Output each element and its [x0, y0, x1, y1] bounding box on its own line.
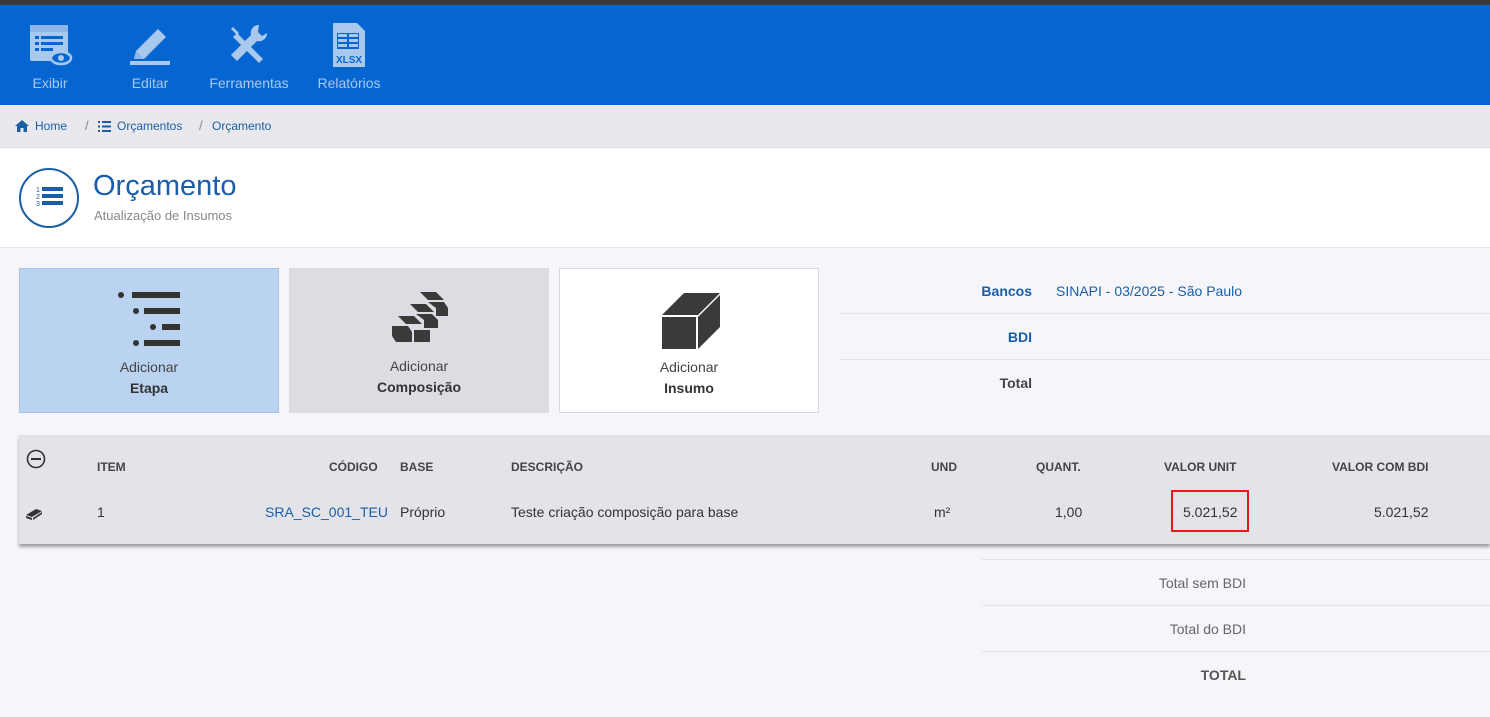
add-composicao-line1: Adicionar	[389, 358, 449, 374]
add-insumo-line1: Adicionar	[659, 359, 719, 375]
breadcrumb-separator: /	[199, 118, 203, 133]
bdi-label[interactable]: BDI	[1008, 329, 1032, 345]
total-sem-bdi-label: Total sem BDI	[1158, 575, 1246, 591]
cell-descricao: Teste criação composição para base	[511, 504, 739, 520]
numbered-steps-icon	[118, 292, 180, 346]
breadcrumb-home[interactable]: Home	[15, 119, 67, 133]
breadcrumb-separator: /	[85, 118, 89, 133]
total-do-bdi-row: Total do BDI	[982, 605, 1490, 651]
toolbar-editar-button[interactable]: Editar	[100, 21, 200, 91]
cell-item: 1	[97, 504, 105, 520]
col-valor-bdi-header: VALOR COM BDI	[1332, 460, 1429, 474]
col-codigo-header: CÓDIGO	[329, 460, 378, 474]
home-icon	[15, 120, 29, 132]
banks-value[interactable]: SINAPI - 03/2025 - São Paulo	[1056, 283, 1242, 299]
cell-base: Próprio	[400, 504, 446, 520]
page-header: 1 2 3 Orçamento Atualização de Insumos	[0, 148, 1490, 248]
total-row: Total	[840, 360, 1490, 406]
bricks-icon	[392, 292, 448, 342]
toolbar-ferramentas-label: Ferramentas	[209, 75, 289, 91]
toolbar-ferramentas-button[interactable]: Ferramentas	[199, 21, 299, 91]
grand-total-label: TOTAL	[1200, 667, 1246, 683]
col-descricao-header: DESCRIÇÃO	[511, 460, 584, 474]
svg-text:2: 2	[36, 194, 40, 201]
col-und-header: UND	[931, 460, 957, 474]
add-etapa-button[interactable]: Adicionar Etapa	[19, 268, 279, 413]
total-sem-bdi-row: Total sem BDI	[982, 559, 1490, 605]
numbered-list-icon: 1 2 3	[19, 168, 79, 228]
list-icon	[98, 120, 111, 132]
svg-text:1: 1	[36, 187, 40, 194]
breadcrumb-orcamento[interactable]: Orçamento	[212, 119, 271, 133]
pencil-icon	[130, 29, 170, 65]
page-title: Orçamento	[93, 170, 237, 202]
total-label: Total	[999, 375, 1032, 391]
add-etapa-line2: Etapa	[129, 380, 169, 396]
toolbar-exibir-button[interactable]: Exibir	[0, 21, 100, 91]
cell-quant: 1,00	[1055, 504, 1083, 520]
view-list-eye-icon	[30, 25, 73, 66]
cell-und: m²	[934, 504, 951, 520]
grand-total-row: TOTAL	[982, 651, 1490, 697]
budget-table: ITEM CÓDIGO BASE DESCRIÇÃO UND QUANT. VA…	[19, 435, 1490, 544]
breadcrumb-orcamentos[interactable]: Orçamentos	[98, 119, 182, 133]
banks-label[interactable]: Bancos	[981, 283, 1032, 299]
brick-row-icon	[26, 509, 42, 520]
highlight-box	[1171, 490, 1249, 532]
add-insumo-button[interactable]: Adicionar Insumo	[559, 268, 819, 413]
toolbar-editar-label: Editar	[131, 75, 169, 91]
tools-icon	[231, 24, 268, 63]
top-toolbar: Exibir Editar Ferramentas XLSX Relatório…	[0, 5, 1490, 105]
banks-row: Bancos SINAPI - 03/2025 - São Paulo	[840, 268, 1490, 314]
budget-info-panel: Bancos SINAPI - 03/2025 - São Paulo BDI …	[840, 268, 1490, 406]
collapse-all-icon[interactable]	[26, 449, 46, 469]
cell-valor-bdi: 5.021,52	[1374, 504, 1429, 520]
add-etapa-line1: Adicionar	[119, 359, 179, 375]
breadcrumb-orcamentos-label: Orçamentos	[117, 119, 183, 133]
svg-text:XLSX: XLSX	[336, 55, 362, 66]
toolbar-relatorios-label: Relatórios	[317, 75, 381, 91]
toolbar-exibir-label: Exibir	[32, 75, 68, 91]
col-base-header: BASE	[400, 460, 434, 474]
xlsx-file-icon: XLSX	[333, 23, 365, 67]
totals-panel: Total sem BDI Total do BDI TOTAL	[982, 559, 1490, 697]
toolbar-relatorios-button[interactable]: XLSX Relatórios	[299, 21, 399, 91]
breadcrumb-orcamento-label: Orçamento	[212, 119, 272, 133]
bdi-row: BDI	[840, 314, 1490, 360]
page-subtitle: Atualização de Insumos	[94, 208, 233, 223]
breadcrumb-home-label: Home	[35, 119, 68, 133]
block-icon	[662, 293, 720, 349]
total-do-bdi-label: Total do BDI	[1169, 621, 1246, 637]
breadcrumb: Home / Orçamentos / Orçamento	[0, 105, 1490, 148]
add-insumo-line2: Insumo	[664, 380, 714, 396]
cell-codigo-link[interactable]: SRA_SC_001_TEU	[265, 504, 388, 520]
col-item-header: ITEM	[97, 460, 126, 474]
col-valor-unit-header: VALOR UNIT	[1164, 460, 1237, 474]
svg-text:3: 3	[36, 201, 40, 208]
add-composicao-button[interactable]: Adicionar Composição	[289, 268, 549, 413]
col-quant-header: QUANT.	[1036, 460, 1081, 474]
add-composicao-line2: Composição	[376, 379, 461, 395]
